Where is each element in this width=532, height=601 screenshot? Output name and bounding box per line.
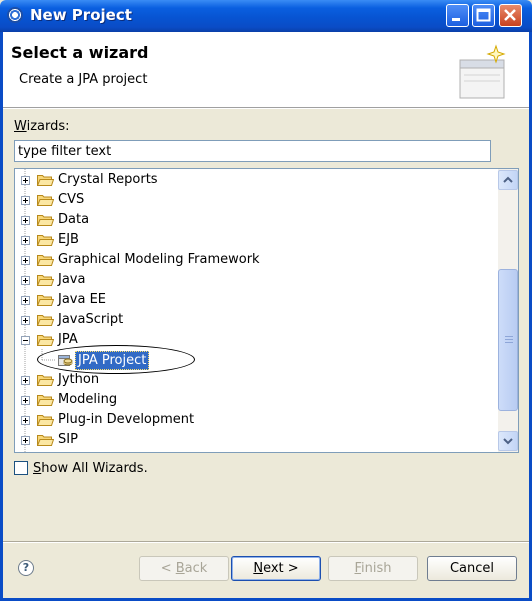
- cancel-button[interactable]: Cancel: [427, 556, 517, 581]
- title-bar[interactable]: New Project: [0, 0, 532, 32]
- expand-icon[interactable]: [21, 216, 30, 225]
- minimize-button[interactable]: [446, 4, 469, 27]
- tree-item[interactable]: Crystal Reports: [15, 170, 497, 190]
- maximize-button[interactable]: [472, 4, 495, 27]
- expand-icon[interactable]: [21, 236, 30, 245]
- tree-item[interactable]: Java EE: [15, 290, 497, 310]
- banner-title: Select a wizard: [11, 43, 149, 62]
- folder-icon: [36, 413, 55, 427]
- tree-item[interactable]: EJB: [15, 230, 497, 250]
- folder-icon: [36, 313, 55, 327]
- close-icon: [504, 9, 516, 21]
- tree-item-jpa-project[interactable]: JPA Project: [15, 350, 497, 370]
- eclipse-icon: [7, 7, 23, 23]
- banner-separator: [3, 108, 529, 109]
- expand-icon[interactable]: [21, 376, 30, 385]
- tree-item-label[interactable]: Crystal Reports: [58, 172, 158, 187]
- window-title: New Project: [30, 6, 132, 24]
- expand-icon[interactable]: [21, 196, 30, 205]
- tree-item-label[interactable]: JPA: [58, 332, 78, 347]
- chevron-up-icon: [503, 176, 513, 183]
- folder-icon: [36, 273, 55, 287]
- tree-item[interactable]: Plug-in Development: [15, 410, 497, 430]
- collapse-icon[interactable]: [21, 336, 30, 345]
- show-all-wizards-checkbox[interactable]: [14, 461, 28, 475]
- close-button[interactable]: [499, 4, 522, 27]
- tree-item[interactable]: CVS: [15, 190, 497, 210]
- tree-item[interactable]: Java: [15, 270, 497, 290]
- jpa-project-icon: [57, 352, 73, 368]
- wizard-tree[interactable]: Crystal Reports CVS Data EJB Graphical Model…: [14, 168, 519, 453]
- new-wizard-graphic-icon: [459, 44, 506, 99]
- wizard-filter-input[interactable]: [14, 140, 491, 162]
- folder-icon: [36, 253, 55, 267]
- wizard-banner: Select a wizard Create a JPA project: [3, 32, 529, 108]
- next-button[interactable]: Next >: [231, 556, 321, 581]
- tree-item-label[interactable]: CVS: [58, 192, 84, 207]
- thumb-grip: [505, 336, 513, 337]
- expand-icon[interactable]: [21, 416, 30, 425]
- tree-item[interactable]: Modeling: [15, 390, 497, 410]
- folder-icon: [36, 233, 55, 247]
- window-border-left: [0, 32, 3, 601]
- expand-icon[interactable]: [21, 296, 30, 305]
- folder-icon: [36, 293, 55, 307]
- tree-item-label[interactable]: SIP: [58, 432, 78, 447]
- folder-icon: [36, 173, 55, 187]
- back-button[interactable]: < Back: [139, 556, 229, 581]
- tree-item-label[interactable]: Modeling: [58, 392, 117, 407]
- button-bar-separator-highlight: [3, 542, 529, 543]
- tree-item[interactable]: Graphical Modeling Framework: [15, 250, 497, 270]
- folder-icon: [36, 213, 55, 227]
- expand-icon[interactable]: [21, 436, 30, 445]
- tree-vertical-scrollbar[interactable]: [498, 169, 518, 452]
- expand-icon[interactable]: [21, 316, 30, 325]
- tree-item-label[interactable]: JPA Project: [75, 351, 150, 370]
- folder-icon: [36, 193, 55, 207]
- tree-item-label[interactable]: Java EE: [58, 292, 106, 307]
- tree-item[interactable]: Data: [15, 210, 497, 230]
- chevron-down-icon: [503, 438, 513, 445]
- scroll-thumb[interactable]: [498, 269, 518, 411]
- folder-icon: [36, 433, 55, 447]
- tree-item-label[interactable]: Graphical Modeling Framework: [58, 252, 260, 267]
- tree-item[interactable]: JavaScript: [15, 310, 497, 330]
- minimize-icon: [452, 18, 460, 21]
- folder-icon: [36, 373, 55, 387]
- tree-item[interactable]: JPA: [15, 330, 497, 350]
- show-all-wizards-label[interactable]: Show All Wizards.: [33, 461, 148, 476]
- banner-description: Create a JPA project: [19, 72, 148, 87]
- thumb-grip: [505, 342, 513, 343]
- expand-icon[interactable]: [21, 176, 30, 185]
- scroll-up-button[interactable]: [498, 170, 518, 190]
- folder-icon: [36, 333, 55, 347]
- scroll-down-button[interactable]: [498, 431, 518, 451]
- folder-icon: [36, 393, 55, 407]
- tree-item-label[interactable]: JavaScript: [58, 312, 123, 327]
- tree-item-label[interactable]: Jython: [58, 372, 99, 387]
- tree-item[interactable]: SIP: [15, 430, 497, 450]
- thumb-grip: [505, 339, 513, 340]
- tree-item-label[interactable]: Java: [58, 272, 85, 287]
- maximize-icon: [476, 8, 491, 22]
- tree-item[interactable]: Jython: [15, 370, 497, 390]
- tree-item-label[interactable]: Data: [58, 212, 89, 227]
- expand-icon[interactable]: [21, 276, 30, 285]
- new-project-dialog: New Project Select a wizard Create a JPA…: [0, 0, 532, 601]
- tree-item-label[interactable]: EJB: [58, 232, 79, 247]
- finish-button[interactable]: Finish: [328, 556, 418, 581]
- tree-item-label[interactable]: Plug-in Development: [58, 412, 194, 427]
- help-icon[interactable]: ?: [18, 560, 34, 576]
- expand-icon[interactable]: [21, 396, 30, 405]
- expand-icon[interactable]: [21, 256, 30, 265]
- wizards-label: Wizards:: [14, 119, 70, 134]
